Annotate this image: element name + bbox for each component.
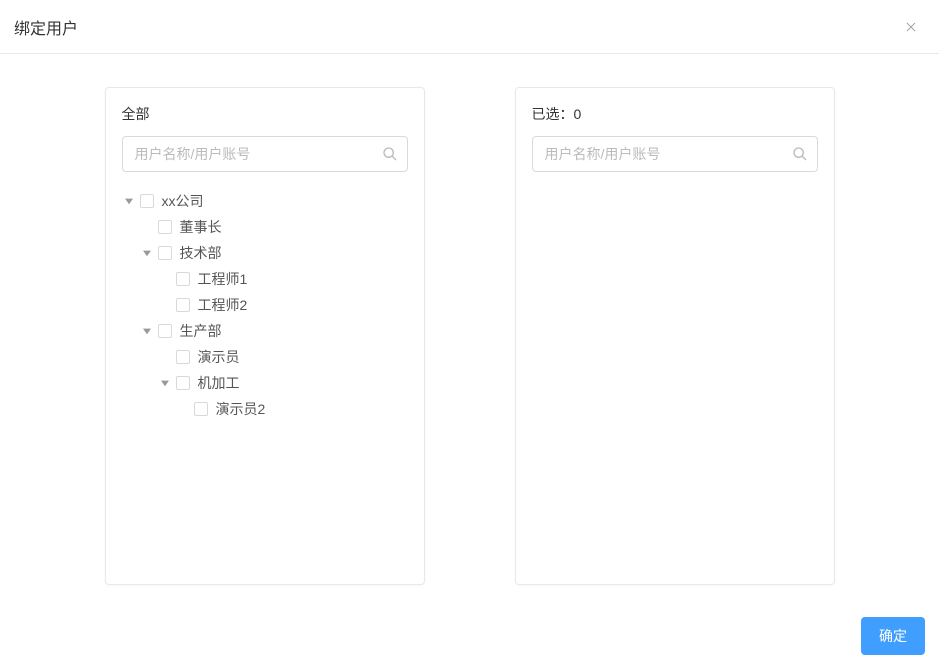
tree-node-engineer1: 工程师1 <box>122 266 408 292</box>
confirm-button[interactable]: 确定 <box>861 617 925 655</box>
tree-node-tech: 技术部 <box>122 240 408 266</box>
caret-down-icon[interactable] <box>122 194 136 208</box>
tree-node-demo2: 演示员2 <box>122 396 408 422</box>
tree-node-label[interactable]: 生产部 <box>180 318 222 344</box>
checkbox[interactable] <box>176 272 190 286</box>
all-search-box <box>122 136 408 172</box>
org-tree: xx公司 董事长 技术部 工程师1 <box>106 188 424 422</box>
caret-down-icon[interactable] <box>140 246 154 260</box>
modal-footer: 确定 <box>861 617 925 655</box>
checkbox[interactable] <box>176 376 190 390</box>
tree-node-company: xx公司 <box>122 188 408 214</box>
tree-node-machining: 机加工 <box>122 370 408 396</box>
modal-body: 全部 xx公司 董事长 <box>0 54 939 585</box>
tree-node-engineer2: 工程师2 <box>122 292 408 318</box>
checkbox[interactable] <box>158 324 172 338</box>
tree-node-label[interactable]: 工程师1 <box>198 266 248 292</box>
selected-search-box <box>532 136 818 172</box>
tree-node-label[interactable]: 演示员2 <box>216 396 266 422</box>
modal-title: 绑定用户 <box>14 15 78 39</box>
search-icon[interactable] <box>788 142 812 166</box>
caret-down-icon[interactable] <box>140 324 154 338</box>
checkbox[interactable] <box>158 246 172 260</box>
selected-users-panel: 已选：0 <box>515 87 835 585</box>
tree-node-chairman: 董事长 <box>122 214 408 240</box>
tree-node-label[interactable]: 机加工 <box>198 370 240 396</box>
tree-node-label[interactable]: 技术部 <box>180 240 222 266</box>
tree-node-label[interactable]: 董事长 <box>180 214 222 240</box>
tree-node-label[interactable]: 演示员 <box>198 344 240 370</box>
checkbox[interactable] <box>158 220 172 234</box>
close-icon[interactable] <box>903 19 919 35</box>
selected-search-input[interactable] <box>532 136 818 172</box>
selected-panel-title: 已选：0 <box>516 104 834 124</box>
checkbox[interactable] <box>176 298 190 312</box>
checkbox[interactable] <box>176 350 190 364</box>
tree-node-production: 生产部 <box>122 318 408 344</box>
checkbox[interactable] <box>140 194 154 208</box>
search-icon[interactable] <box>378 142 402 166</box>
checkbox[interactable] <box>194 402 208 416</box>
selected-count: 0 <box>574 106 582 122</box>
caret-down-icon[interactable] <box>158 376 172 390</box>
modal-header: 绑定用户 <box>0 0 939 54</box>
tree-node-label[interactable]: xx公司 <box>162 188 204 214</box>
all-search-input[interactable] <box>122 136 408 172</box>
all-users-panel: 全部 xx公司 董事长 <box>105 87 425 585</box>
selected-title-prefix: 已选： <box>532 106 574 122</box>
tree-node-label[interactable]: 工程师2 <box>198 292 248 318</box>
all-panel-title: 全部 <box>106 104 424 124</box>
tree-node-demo: 演示员 <box>122 344 408 370</box>
